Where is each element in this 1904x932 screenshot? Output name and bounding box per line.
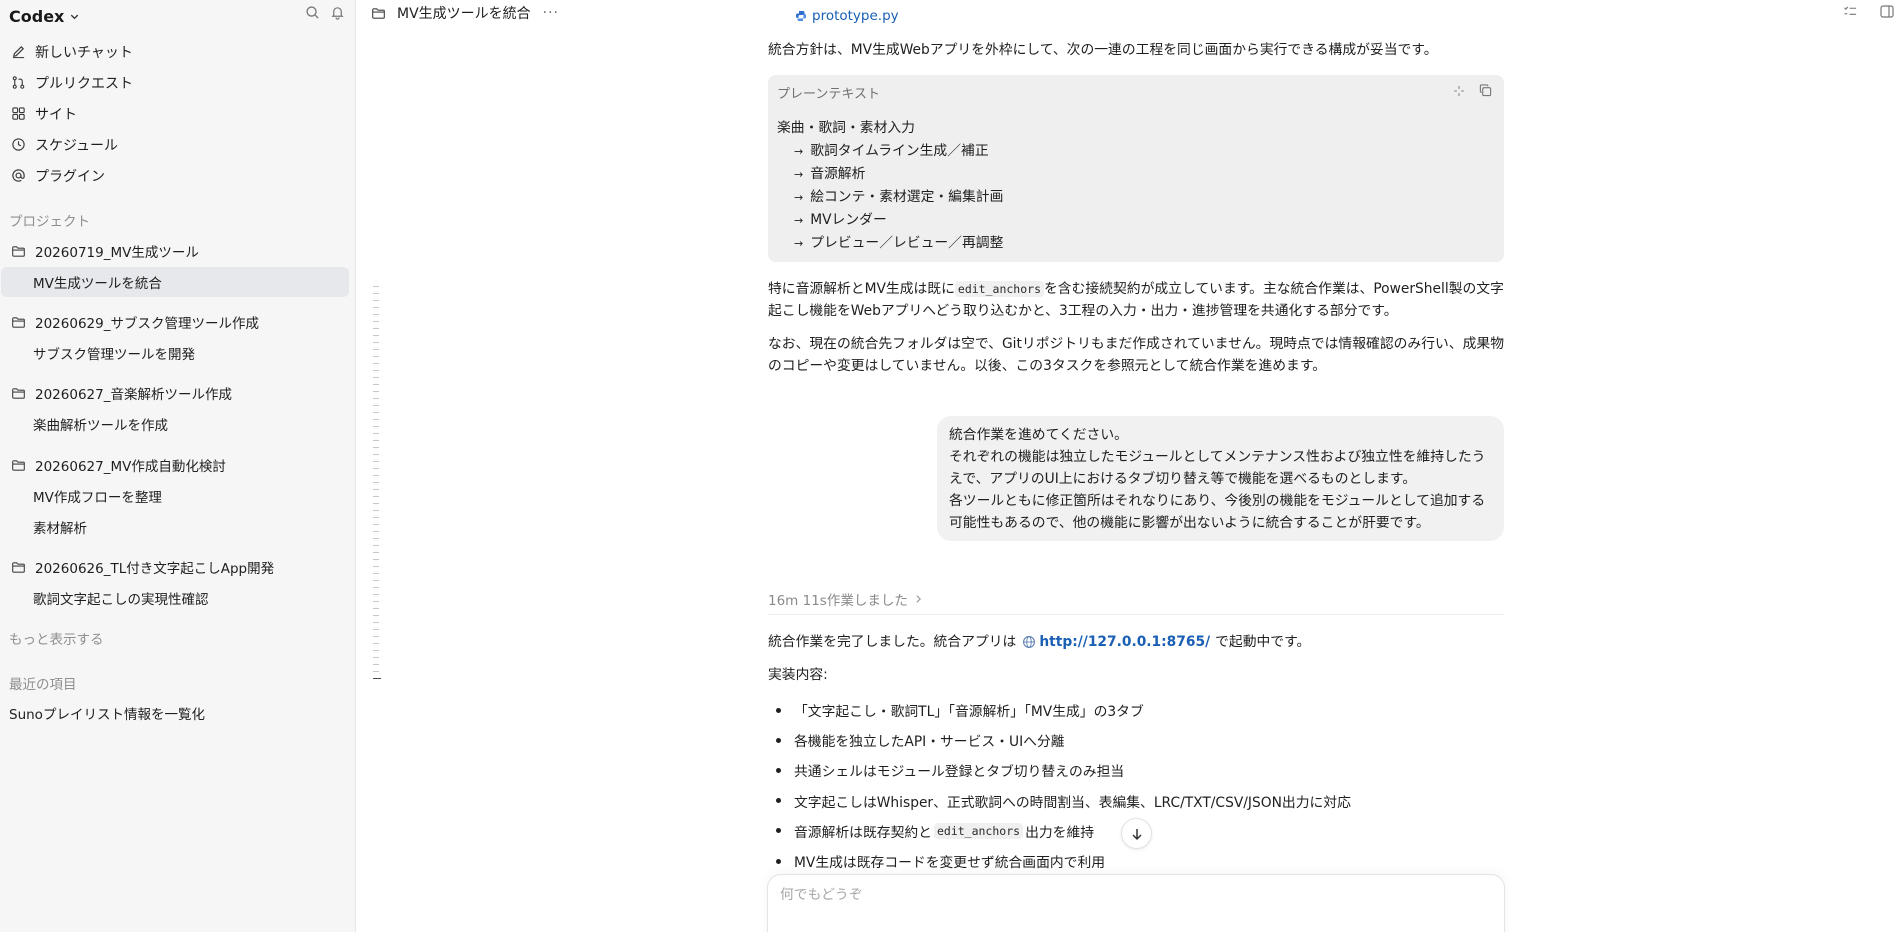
folder-icon xyxy=(10,559,26,575)
arrow-down-icon xyxy=(1130,827,1144,841)
app-url-link[interactable]: http://127.0.0.1:8765/ xyxy=(1039,631,1210,653)
folder-icon xyxy=(10,243,26,259)
divider xyxy=(768,614,1504,615)
code-line: → 歌詞タイムライン生成／補正 xyxy=(794,143,989,159)
list-item: MV生成は既存コードを変更せず統合画面内で利用 xyxy=(768,846,1504,876)
project-folder[interactable]: 20260627_MV作成自動化検討 xyxy=(0,450,356,480)
search-icon[interactable] xyxy=(305,5,320,20)
nav-label: プラグイン xyxy=(35,168,105,185)
project-name: 20260627_音楽解析ツール作成 xyxy=(35,387,232,403)
scroll-to-bottom-button[interactable] xyxy=(1121,818,1152,849)
sidebar-header-actions xyxy=(305,5,345,20)
assistant-paragraph: 統合方針は、MV生成Webアプリを外枠にして、次の一連の工程を同じ画面から実行で… xyxy=(768,42,1438,58)
folder-icon xyxy=(371,6,386,21)
work-duration-toggle[interactable]: 16m 11s作業しました xyxy=(768,589,923,609)
folder-icon xyxy=(10,314,26,330)
project-folder[interactable]: 20260627_音楽解析ツール作成 xyxy=(0,378,356,408)
topbar-actions xyxy=(1843,5,1894,18)
folder-icon xyxy=(10,457,26,473)
assistant-paragraph: 統合作業を完了しました。統合アプリは http://127.0.0.1:8765… xyxy=(768,631,1504,653)
edit-icon xyxy=(10,44,26,60)
recent-section-label: 最近の項目 xyxy=(9,677,77,693)
thread-item[interactable]: MV作成フローを整理 xyxy=(1,481,349,511)
project-name: 20260629_サブスク管理ツール作成 xyxy=(35,316,259,332)
project-folder[interactable]: 20260719_MV生成ツール xyxy=(0,236,356,266)
user-message-line: 統合作業を進めてください。 xyxy=(949,427,1128,443)
thread-title-area: MV生成ツールを統合 ··· xyxy=(371,3,559,23)
list-item: 共通シェルはモジュール登録とタブ切り替えのみ担当 xyxy=(768,755,1504,785)
thread-item[interactable]: 楽曲解析ツールを作成 xyxy=(1,409,349,439)
copy-icon[interactable] xyxy=(1479,84,1492,97)
sidebar: Codex 新しいチャット プルリクエスト サイト スケジュール プラグイン プ… xyxy=(0,0,356,932)
list-item: 「文字起こし・歌詞TL」「音源解析」「MV生成」の3タブ xyxy=(768,695,1504,725)
code-content: 楽曲・歌詞・素材入力 → 歌詞タイムライン生成／補正 → 音源解析 → 絵コンテ・素材… xyxy=(777,117,1003,255)
app-switcher[interactable]: Codex xyxy=(9,4,80,28)
inline-code: edit_anchors xyxy=(954,281,1044,297)
nav-sites[interactable]: サイト xyxy=(0,98,356,129)
code-line: → プレビュー／レビュー／再調整 xyxy=(794,235,1004,251)
inline-code: edit_anchors xyxy=(933,822,1024,839)
thread-item[interactable]: サブスク管理ツールを開発 xyxy=(1,338,349,368)
thread-header: MV生成ツールを統合 ··· xyxy=(357,0,1904,26)
user-message: 統合作業を進めてください。 それぞれの機能は独立したモジュールとしてメンテナンス… xyxy=(937,416,1504,541)
recent-item[interactable]: Sunoプレイリスト情報を一覧化 xyxy=(9,703,205,723)
code-language-label: プレーンテキスト xyxy=(777,87,880,102)
task-list-icon[interactable] xyxy=(1843,5,1858,18)
chevron-down-icon xyxy=(69,11,80,22)
nav-label: サイト xyxy=(35,106,77,123)
composer xyxy=(767,874,1505,932)
work-duration-label: 16m 11s作業しました xyxy=(768,593,908,609)
projects-section-label: プロジェクト xyxy=(9,214,90,230)
nav-plugins[interactable]: プラグイン xyxy=(0,160,356,191)
code-block: プレーンテキスト 楽曲・歌詞・素材入力 → 歌詞タイムライン生成／補正 → 音源解析… xyxy=(768,75,1504,262)
nav-label: プルリクエスト xyxy=(35,75,133,92)
app-name: Codex xyxy=(9,6,65,26)
user-message-line: 各ツールともに修正箇所はそれなりにあり、今後別の機能をモジュールとして追加する可… xyxy=(949,493,1486,531)
wrap-icon[interactable] xyxy=(1453,84,1465,97)
nav-label: スケジュール xyxy=(35,137,119,154)
user-message-line: それぞれの機能は独立したモジュールとしてメンテナンス性および独立性を維持したうえ… xyxy=(949,449,1486,487)
clock-icon xyxy=(10,137,26,153)
nav-new-chat[interactable]: 新しいチャット xyxy=(0,36,356,67)
folder-icon xyxy=(10,385,26,401)
nav-pull-requests[interactable]: プルリクエスト xyxy=(0,67,356,98)
code-line: → MVレンダー xyxy=(794,212,887,228)
code-line: → 絵コンテ・素材選定・編集計画 xyxy=(794,189,1004,205)
code-line: → 音源解析 xyxy=(794,166,866,182)
thread-item[interactable]: 歌詞文字起こしの実現性確認 xyxy=(1,583,349,613)
python-file-icon xyxy=(795,10,807,22)
implementation-heading: 実装内容: xyxy=(768,667,828,683)
bell-icon[interactable] xyxy=(330,5,345,20)
project-name: 20260627_MV作成自動化検討 xyxy=(35,459,226,475)
code-line: 楽曲・歌詞・素材入力 xyxy=(777,120,915,136)
thread-item-active[interactable]: MV生成ツールを統合 xyxy=(1,267,349,297)
at-icon xyxy=(10,168,26,184)
code-block-actions xyxy=(1453,84,1492,97)
show-more-link[interactable]: もっと表示する xyxy=(9,628,104,648)
file-link-label: prototype.py xyxy=(812,8,899,24)
project-folder[interactable]: 20260629_サブスク管理ツール作成 xyxy=(0,307,356,337)
assistant-paragraph: 特に音源解析とMV生成は既に edit_anchors を含む接続契約が成立していま… xyxy=(768,281,1504,319)
list-item: 各機能を独立したAPI・サービス・UIへ分離 xyxy=(768,725,1504,755)
more-options-button[interactable]: ··· xyxy=(543,5,559,21)
site-grid-icon xyxy=(10,106,26,122)
assistant-paragraph: なお、現在の統合先フォルダは空で、Gitリポジトリもまだ作成されていません。現時… xyxy=(768,336,1504,374)
thread-title: MV生成ツールを統合 xyxy=(397,6,531,22)
project-name: 20260626_TL付き文字起こしApp開発 xyxy=(35,561,275,577)
project-name: 20260719_MV生成ツール xyxy=(35,245,199,261)
message-timeline-rail[interactable] xyxy=(373,286,381,692)
project-folder[interactable]: 20260626_TL付き文字起こしApp開発 xyxy=(0,552,356,582)
globe-icon xyxy=(1022,635,1036,649)
list-item: 文字起こしはWhisper、正式歌詞への時間割当、表編集、LRC/TXT/CSV… xyxy=(768,786,1504,816)
pull-request-icon xyxy=(10,75,26,91)
nav-schedule[interactable]: スケジュール xyxy=(0,129,356,160)
message-input[interactable] xyxy=(780,887,1480,903)
chevron-right-icon xyxy=(914,594,923,604)
thread-item[interactable]: 素材解析 xyxy=(1,512,349,542)
panel-toggle-icon[interactable] xyxy=(1880,5,1894,18)
file-link[interactable]: prototype.py xyxy=(795,8,899,24)
nav-label: 新しいチャット xyxy=(35,44,133,61)
